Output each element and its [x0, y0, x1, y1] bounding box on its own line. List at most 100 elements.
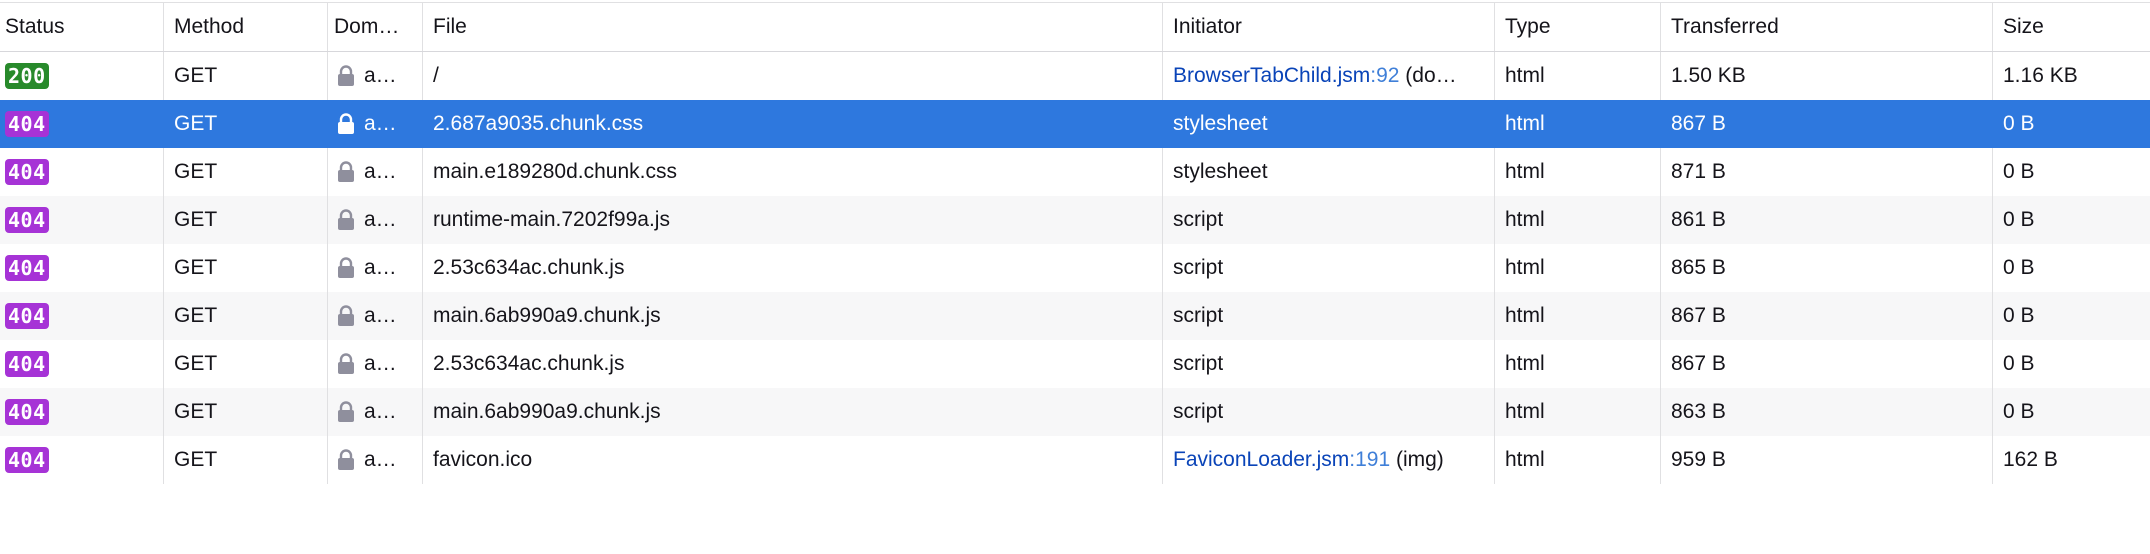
status-badge: 404: [5, 159, 49, 185]
initiator-line-number[interactable]: :92: [1370, 64, 1399, 87]
type-cell: html: [1495, 244, 1661, 292]
status-cell: 404: [0, 100, 164, 148]
status-cell: 404: [0, 244, 164, 292]
type-cell: html: [1495, 100, 1661, 148]
domain-cell: a…: [328, 196, 423, 244]
status-cell: 404: [0, 292, 164, 340]
table-row[interactable]: 404 GET a… runtime-main.7202f99a.js scri…: [0, 196, 2150, 244]
table-row[interactable]: 404 GET a… main.6ab990a9.chunk.js script…: [0, 388, 2150, 436]
lock-icon: [338, 449, 354, 470]
network-request-table: Status Method Dom… File Initiator Type T…: [0, 2, 2150, 484]
initiator-cell: script: [1163, 388, 1495, 436]
initiator-link[interactable]: BrowserTabChild.jsm:92 (do…: [1173, 64, 1457, 88]
size-cell: 0 B: [2003, 400, 2035, 423]
table-row[interactable]: 404 GET a… main.e189280d.chunk.css style…: [0, 148, 2150, 196]
initiator-link[interactable]: FaviconLoader.jsm:191 (img): [1173, 448, 1444, 472]
size-cell: 0 B: [2003, 352, 2035, 375]
lock-icon: [338, 65, 354, 86]
table-row[interactable]: 404 GET a… favicon.ico FaviconLoader.jsm…: [0, 436, 2150, 484]
lock-icon: [338, 113, 354, 134]
status-cell: 404: [0, 148, 164, 196]
size-cell: 0 B: [2003, 256, 2035, 279]
type-cell: html: [1495, 340, 1661, 388]
column-header-domain[interactable]: Dom…: [328, 3, 423, 51]
lock-icon: [338, 305, 354, 326]
initiator-cell: BrowserTabChild.jsm:92 (do…: [1163, 52, 1495, 100]
method-cell: GET: [164, 100, 328, 148]
column-header-transferred[interactable]: Transferred: [1661, 3, 1993, 51]
size-cell: 0 B: [2003, 208, 2035, 231]
table-row[interactable]: 404 GET a… 2.53c634ac.chunk.js script ht…: [0, 244, 2150, 292]
status-badge: 404: [5, 255, 49, 281]
initiator-cell: stylesheet: [1163, 100, 1495, 148]
request-list: 200 GET a… / BrowserTabChild.jsm:92 (do……: [0, 52, 2150, 484]
status-badge: 404: [5, 399, 49, 425]
file-cell: runtime-main.7202f99a.js: [423, 196, 1163, 244]
transferred-cell: 867 B: [1661, 292, 1993, 340]
domain-cell: a…: [328, 244, 423, 292]
status-badge: 404: [5, 447, 49, 473]
transferred-cell: 861 B: [1661, 196, 1993, 244]
domain-cell: a…: [328, 148, 423, 196]
file-cell: main.e189280d.chunk.css: [423, 148, 1163, 196]
file-cell: 2.53c634ac.chunk.js: [423, 340, 1163, 388]
file-cell: favicon.ico: [423, 436, 1163, 484]
type-cell: html: [1495, 196, 1661, 244]
file-cell: main.6ab990a9.chunk.js: [423, 292, 1163, 340]
lock-icon: [338, 257, 354, 278]
method-cell: GET: [164, 292, 328, 340]
initiator-cell: script: [1163, 244, 1495, 292]
initiator-cell: script: [1163, 340, 1495, 388]
initiator-cell: stylesheet: [1163, 148, 1495, 196]
initiator-file-link[interactable]: BrowserTabChild.jsm: [1173, 64, 1370, 87]
type-cell: html: [1495, 292, 1661, 340]
table-row[interactable]: 404 GET a… 2.53c634ac.chunk.js script ht…: [0, 340, 2150, 388]
domain-cell: a…: [328, 340, 423, 388]
transferred-cell: 959 B: [1661, 436, 1993, 484]
lock-icon: [338, 353, 354, 374]
column-header-method[interactable]: Method: [164, 3, 328, 51]
status-badge: 404: [5, 111, 49, 137]
method-cell: GET: [164, 436, 328, 484]
table-header: Status Method Dom… File Initiator Type T…: [0, 2, 2150, 52]
method-cell: GET: [164, 388, 328, 436]
table-row[interactable]: 404 GET a… main.6ab990a9.chunk.js script…: [0, 292, 2150, 340]
table-row[interactable]: 404 GET a… 2.687a9035.chunk.css styleshe…: [0, 100, 2150, 148]
initiator-line-number[interactable]: :191: [1349, 448, 1390, 471]
transferred-cell: 867 B: [1661, 100, 1993, 148]
type-cell: html: [1495, 436, 1661, 484]
column-header-file[interactable]: File: [423, 3, 1163, 51]
file-cell: /: [423, 52, 1163, 100]
file-cell: main.6ab990a9.chunk.js: [423, 388, 1163, 436]
initiator-cell: script: [1163, 196, 1495, 244]
status-badge: 200: [5, 63, 49, 89]
domain-cell: a…: [328, 436, 423, 484]
size-cell: 0 B: [2003, 304, 2035, 327]
column-header-type[interactable]: Type: [1495, 3, 1661, 51]
column-header-size[interactable]: Size: [1993, 3, 2150, 51]
lock-icon: [338, 401, 354, 422]
column-header-initiator[interactable]: Initiator: [1163, 3, 1495, 51]
type-cell: html: [1495, 52, 1661, 100]
method-cell: GET: [164, 244, 328, 292]
method-cell: GET: [164, 148, 328, 196]
domain-cell: a…: [328, 388, 423, 436]
initiator-file-link[interactable]: FaviconLoader.jsm: [1173, 448, 1349, 471]
domain-cell: a…: [328, 52, 423, 100]
type-cell: html: [1495, 388, 1661, 436]
status-badge: 404: [5, 303, 49, 329]
method-cell: GET: [164, 52, 328, 100]
initiator-cause: (do…: [1399, 64, 1457, 87]
transferred-cell: 863 B: [1661, 388, 1993, 436]
status-cell: 404: [0, 436, 164, 484]
lock-icon: [338, 161, 354, 182]
initiator-cell: script: [1163, 292, 1495, 340]
table-row[interactable]: 200 GET a… / BrowserTabChild.jsm:92 (do……: [0, 52, 2150, 100]
status-cell: 404: [0, 340, 164, 388]
file-cell: 2.687a9035.chunk.css: [423, 100, 1163, 148]
size-cell: 162 B: [2003, 448, 2058, 471]
method-cell: GET: [164, 340, 328, 388]
column-header-status[interactable]: Status: [0, 3, 164, 51]
size-cell: 1.16 KB: [2003, 64, 2078, 87]
domain-cell: a…: [328, 100, 423, 148]
